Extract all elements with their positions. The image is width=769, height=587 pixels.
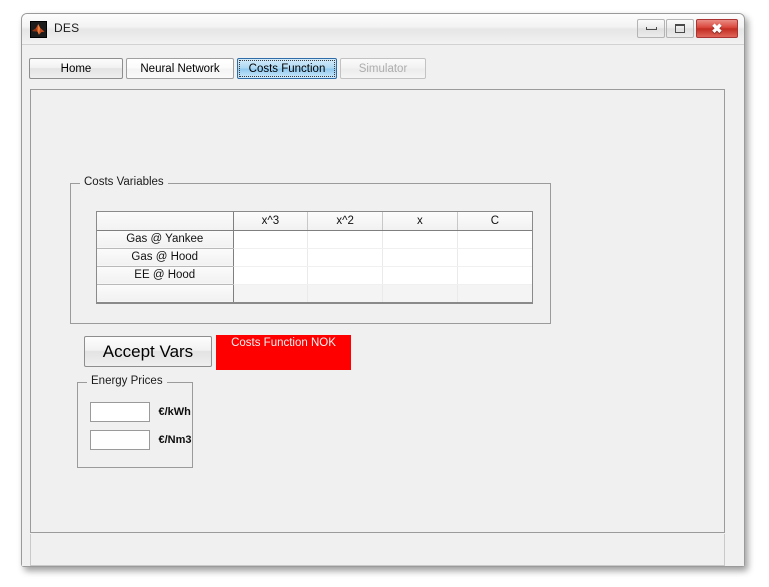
accept-vars-label: Accept Vars: [102, 341, 194, 361]
row-header-empty: [97, 284, 234, 303]
row-header-ee-hood: EE @ Hood: [97, 266, 234, 285]
column-header-x2[interactable]: x^2: [307, 212, 383, 231]
column-header-c[interactable]: C: [457, 212, 532, 231]
cell-ee-hood-x2[interactable]: [307, 266, 383, 285]
cell-gas-yankee-x3[interactable]: [233, 230, 309, 249]
tab-costs-function[interactable]: Costs Function: [237, 58, 337, 79]
cell-empty-x3[interactable]: [233, 284, 309, 303]
costs-variables-panel: Costs Variables x^3 x^2 x C Gas @ Yankee…: [70, 176, 551, 324]
close-button[interactable]: ✖: [696, 19, 738, 38]
energy-prices-panel: Energy Prices €/kWh €/Nm3: [77, 375, 193, 468]
cell-empty-x[interactable]: [382, 284, 458, 303]
accept-vars-button[interactable]: Accept Vars: [84, 336, 212, 367]
table-row: EE @ Hood: [97, 266, 532, 285]
tab-neural-network[interactable]: Neural Network: [126, 58, 234, 79]
client-area: Home Neural Network Costs Function Simul…: [22, 45, 744, 566]
cell-empty-x2[interactable]: [307, 284, 383, 303]
cell-ee-hood-x[interactable]: [382, 266, 458, 285]
matlab-logo-icon: [30, 21, 47, 38]
table-corner-header: [97, 212, 234, 231]
cell-gas-hood-c[interactable]: [457, 248, 532, 267]
status-badge-label: Costs Function NOK: [231, 337, 336, 349]
cell-gas-yankee-x2[interactable]: [307, 230, 383, 249]
cell-empty-c[interactable]: [457, 284, 532, 303]
cell-ee-hood-x3[interactable]: [233, 266, 309, 285]
tab-home[interactable]: Home: [29, 58, 123, 79]
table-row: Gas @ Yankee: [97, 230, 532, 249]
costs-function-status-badge: Costs Function NOK: [216, 335, 351, 370]
table-row: [97, 284, 532, 303]
energy-prices-title: Energy Prices: [87, 375, 167, 387]
title-bar: DES ✖: [22, 14, 744, 45]
cell-gas-hood-x3[interactable]: [233, 248, 309, 267]
cell-gas-yankee-c[interactable]: [457, 230, 532, 249]
tab-neural-network-label: Neural Network: [140, 62, 220, 75]
column-header-x[interactable]: x: [382, 212, 458, 231]
window-title: DES: [54, 21, 80, 35]
maximize-button[interactable]: [666, 19, 694, 38]
costs-variables-title: Costs Variables: [80, 176, 168, 188]
table-header-row: x^3 x^2 x C: [97, 212, 532, 231]
gas-price-unit: €/Nm3: [158, 434, 192, 446]
minimize-icon: [638, 20, 664, 37]
cell-gas-yankee-x[interactable]: [382, 230, 458, 249]
energy-price-row-electricity: €/kWh: [90, 402, 191, 422]
row-header-gas-hood: Gas @ Hood: [97, 248, 234, 267]
tab-simulator[interactable]: Simulator: [340, 58, 426, 79]
close-icon: ✖: [711, 21, 723, 36]
footer-panel: [30, 534, 725, 566]
energy-price-row-gas: €/Nm3: [90, 430, 191, 450]
tab-simulator-label: Simulator: [358, 62, 408, 75]
costs-variables-table[interactable]: x^3 x^2 x C Gas @ Yankee Gas @ Hood EE @…: [96, 211, 533, 304]
gas-price-input[interactable]: [90, 430, 150, 450]
table-row: Gas @ Hood: [97, 248, 532, 267]
cell-ee-hood-c[interactable]: [457, 266, 532, 285]
cell-gas-hood-x2[interactable]: [307, 248, 383, 267]
column-header-x3[interactable]: x^3: [233, 212, 309, 231]
content-panel: Costs Variables x^3 x^2 x C Gas @ Yankee…: [30, 89, 725, 533]
minimize-button[interactable]: [637, 19, 665, 38]
electricity-price-input[interactable]: [90, 402, 150, 422]
maximize-icon: [667, 20, 693, 37]
tab-home-label: Home: [60, 62, 92, 75]
application-window: DES ✖ Home Neural Network Costs Function: [21, 13, 745, 567]
tab-costs-function-label: Costs Function: [248, 62, 326, 75]
row-header-gas-yankee: Gas @ Yankee: [97, 230, 234, 249]
electricity-price-unit: €/kWh: [158, 406, 191, 418]
cell-gas-hood-x[interactable]: [382, 248, 458, 267]
